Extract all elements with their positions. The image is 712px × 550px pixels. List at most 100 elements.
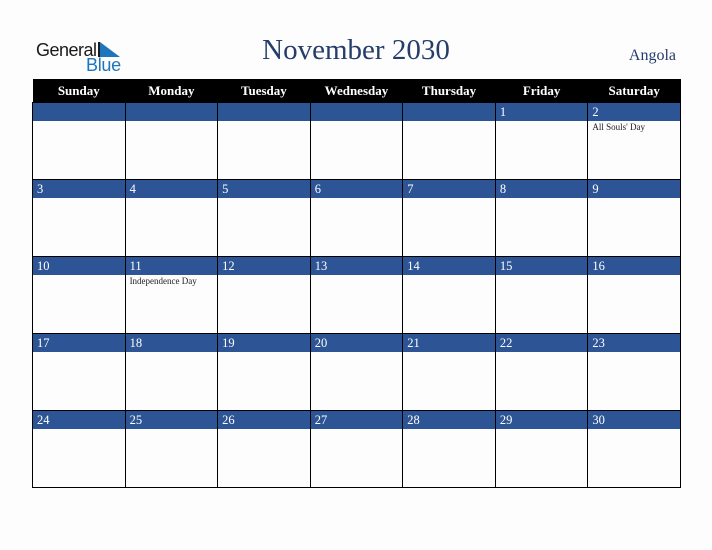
- day-number: 21: [403, 334, 495, 352]
- day-cell[interactable]: 3: [32, 179, 126, 257]
- holiday-label: [588, 429, 680, 430]
- day-cell[interactable]: 23: [587, 333, 681, 411]
- day-cell[interactable]: 6: [309, 179, 404, 257]
- holiday-label: [311, 198, 403, 199]
- holiday-label: [33, 121, 125, 122]
- holiday-label: [126, 121, 218, 122]
- day-cell[interactable]: 16: [587, 256, 681, 334]
- day-number: 4: [125, 180, 218, 198]
- day-number: 16: [588, 257, 680, 275]
- holiday-label: [126, 352, 218, 353]
- day-number: [125, 103, 218, 121]
- day-cell[interactable]: 21: [402, 333, 496, 411]
- day-number: 13: [310, 257, 403, 275]
- day-number: [33, 103, 125, 121]
- day-number: 19: [218, 334, 310, 352]
- day-cell[interactable]: 20: [309, 333, 404, 411]
- day-number: 15: [495, 257, 588, 275]
- day-number: 29: [495, 411, 588, 429]
- day-number: 18: [125, 334, 218, 352]
- day-cell[interactable]: [217, 102, 311, 180]
- day-cell[interactable]: 13: [309, 256, 404, 334]
- holiday-label: [588, 275, 680, 276]
- day-cell[interactable]: 30: [587, 410, 681, 488]
- day-cell[interactable]: 8: [494, 179, 589, 257]
- holiday-label: [33, 198, 125, 199]
- day-cell[interactable]: 25: [124, 410, 219, 488]
- holiday-label: [496, 198, 588, 199]
- calendar-grid: Sunday Monday Tuesday Wednesday Thursday…: [32, 79, 681, 488]
- holiday-label: [311, 429, 403, 430]
- weekday-header: Wednesday: [310, 79, 403, 103]
- week-row: 24 25 26 27 28 29 30: [32, 410, 681, 488]
- day-cell[interactable]: 2 All Souls' Day: [587, 102, 681, 180]
- day-cell[interactable]: 9: [587, 179, 681, 257]
- day-cell[interactable]: 17: [32, 333, 126, 411]
- day-number: 11: [125, 257, 218, 275]
- holiday-label: [33, 429, 125, 430]
- holiday-label: [126, 198, 218, 199]
- month-title: November 2030: [262, 34, 450, 66]
- holiday-label: [33, 352, 125, 353]
- day-cell[interactable]: 7: [402, 179, 496, 257]
- holiday-label: [218, 198, 310, 199]
- day-cell[interactable]: 19: [217, 333, 311, 411]
- day-cell[interactable]: [32, 102, 126, 180]
- weekday-header: Friday: [495, 79, 588, 103]
- day-cell[interactable]: [124, 102, 219, 180]
- holiday-label: All Souls' Day: [592, 122, 645, 132]
- holiday-label: [126, 429, 218, 430]
- day-number: 1: [495, 103, 588, 121]
- day-number: 20: [310, 334, 403, 352]
- day-number: 22: [495, 334, 588, 352]
- day-number: [403, 103, 495, 121]
- weekday-header: Sunday: [32, 79, 126, 103]
- day-number: 28: [403, 411, 495, 429]
- day-cell[interactable]: 10: [32, 256, 126, 334]
- day-number: 7: [403, 180, 495, 198]
- day-number: 24: [33, 411, 125, 429]
- day-number: 2: [588, 103, 680, 121]
- day-cell[interactable]: 29: [494, 410, 589, 488]
- day-number: 12: [218, 257, 310, 275]
- day-cell[interactable]: 1: [494, 102, 589, 180]
- week-row: 1 2 All Souls' Day: [32, 102, 681, 180]
- week-row: 17 18 19 20 21 22 23: [32, 333, 681, 411]
- day-cell[interactable]: [309, 102, 404, 180]
- country-label: Angola: [628, 47, 676, 64]
- holiday-label: [496, 275, 588, 276]
- day-number: 23: [588, 334, 680, 352]
- holiday-label: [311, 121, 403, 122]
- holiday-label: [403, 275, 495, 276]
- day-number: [218, 103, 310, 121]
- day-cell[interactable]: 22: [494, 333, 589, 411]
- day-number: 25: [125, 411, 218, 429]
- holiday-label: [403, 198, 495, 199]
- day-cell[interactable]: 24: [32, 410, 126, 488]
- day-cell[interactable]: 4: [124, 179, 219, 257]
- day-cell[interactable]: 11 Independence Day: [124, 256, 219, 334]
- holiday-label: [403, 121, 495, 122]
- holiday-label: [403, 352, 495, 353]
- day-cell[interactable]: 15: [494, 256, 589, 334]
- day-cell[interactable]: 27: [309, 410, 404, 488]
- day-number: 26: [218, 411, 310, 429]
- holiday-label: [218, 275, 310, 276]
- day-cell[interactable]: 5: [217, 179, 311, 257]
- day-cell[interactable]: 26: [217, 410, 311, 488]
- weekday-header: Tuesday: [217, 79, 311, 103]
- day-number: 6: [310, 180, 403, 198]
- holiday-label: [496, 429, 588, 430]
- day-number: 14: [403, 257, 495, 275]
- holiday-label: [311, 275, 403, 276]
- day-cell[interactable]: 18: [124, 333, 219, 411]
- day-cell[interactable]: [402, 102, 496, 180]
- day-cell[interactable]: 28: [402, 410, 496, 488]
- day-cell[interactable]: 14: [402, 256, 496, 334]
- holiday-label: [311, 352, 403, 353]
- day-cell[interactable]: 12: [217, 256, 311, 334]
- day-number: [310, 103, 403, 121]
- week-row: 10 11 Independence Day 12 13 14 15 16: [32, 256, 681, 334]
- holiday-label: [496, 352, 588, 353]
- day-number: 3: [33, 180, 125, 198]
